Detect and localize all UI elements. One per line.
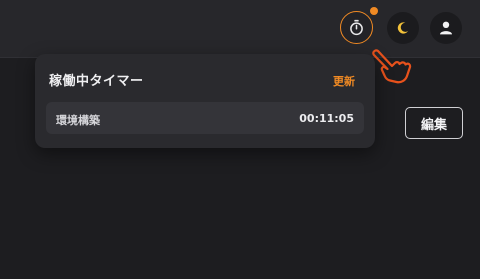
edit-button[interactable]: 編集 bbox=[405, 107, 463, 139]
user-icon bbox=[440, 21, 452, 35]
timer-button[interactable] bbox=[340, 11, 373, 44]
moon-icon bbox=[397, 22, 409, 34]
refresh-button[interactable]: 更新 bbox=[333, 73, 355, 89]
user-menu-button[interactable] bbox=[430, 12, 462, 44]
popover-title: 稼働中タイマー bbox=[49, 74, 144, 89]
timer-elapsed: 00:11:05 bbox=[299, 112, 354, 125]
stopwatch-icon bbox=[350, 19, 363, 36]
theme-toggle-button[interactable] bbox=[387, 12, 419, 44]
notification-dot bbox=[370, 7, 378, 15]
timer-row[interactable]: 環境構築 00:11:05 bbox=[46, 102, 364, 134]
running-timers-popover: 稼働中タイマー 更新 環境構築 00:11:05 bbox=[35, 54, 375, 148]
timer-name: 環境構築 bbox=[56, 114, 100, 127]
